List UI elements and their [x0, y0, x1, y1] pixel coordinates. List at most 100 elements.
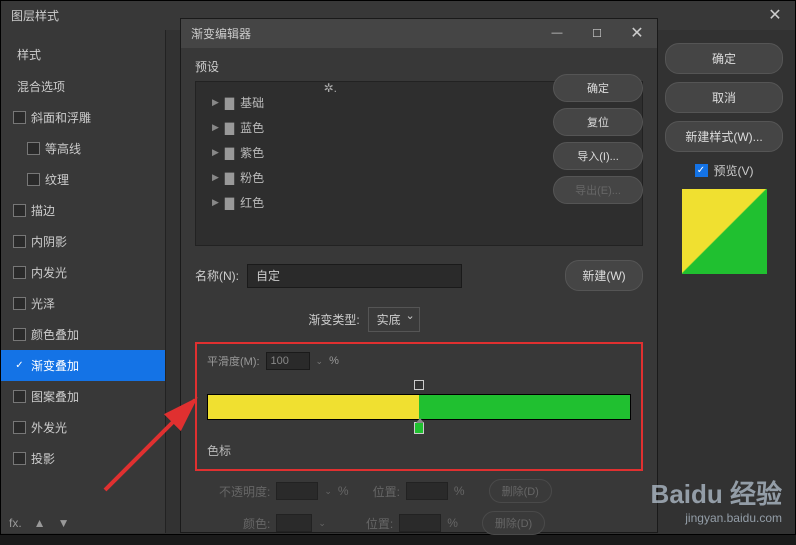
effect-item[interactable]: 外发光 — [1, 412, 165, 443]
opacity-field[interactable] — [276, 482, 318, 500]
smoothness-stepper-icon[interactable]: ⌄ — [316, 356, 324, 367]
effect-label: 描边 — [31, 202, 55, 219]
position-percent-1: % — [454, 484, 465, 498]
effect-item[interactable]: 投影 — [1, 443, 165, 474]
ge-buttons: 确定 复位 导入(I)... 导出(E)... — [553, 74, 643, 210]
styles-header[interactable]: 样式 — [1, 38, 165, 71]
close-icon[interactable]: ✕ — [755, 1, 795, 29]
delete-color-stop-button[interactable]: 删除(D) — [482, 511, 545, 535]
effect-item[interactable]: 斜面和浮雕 — [1, 102, 165, 133]
reset-button[interactable]: 复位 — [553, 108, 643, 136]
new-gradient-button[interactable]: 新建(W) — [565, 260, 643, 291]
effect-item[interactable]: 描边 — [1, 195, 165, 226]
position-label-2: 位置: — [366, 515, 393, 532]
fx-icon[interactable]: fx. — [9, 516, 22, 530]
export-button[interactable]: 导出(E)... — [553, 176, 643, 204]
effect-checkbox[interactable] — [13, 359, 26, 372]
chevron-right-icon: ▶ — [212, 147, 219, 158]
effect-checkbox[interactable] — [13, 390, 26, 403]
effect-label: 斜面和浮雕 — [31, 109, 91, 126]
effect-checkbox[interactable] — [13, 452, 26, 465]
cancel-button[interactable]: 取消 — [665, 82, 783, 113]
effect-checkbox[interactable] — [13, 204, 26, 217]
effect-item[interactable]: 内发光 — [1, 257, 165, 288]
position-percent-2: % — [447, 516, 458, 530]
chevron-right-icon: ▶ — [212, 197, 219, 208]
name-label: 名称(N): — [195, 267, 239, 284]
effect-label: 图案叠加 — [31, 388, 79, 405]
chevron-right-icon: ▶ — [212, 172, 219, 183]
ge-ok-button[interactable]: 确定 — [553, 74, 643, 102]
preview-checkbox-row[interactable]: 预览(V) — [665, 162, 783, 179]
effect-label: 投影 — [31, 450, 55, 467]
effect-item[interactable]: 图案叠加 — [1, 381, 165, 412]
smoothness-row: 平滑度(M): ⌄ % — [207, 352, 631, 370]
color-position-field[interactable] — [399, 514, 441, 532]
opacity-stop-row: 不透明度: ⌄ % 位置: % 删除(D) — [195, 479, 643, 503]
effect-checkbox[interactable] — [13, 235, 26, 248]
effect-checkbox[interactable] — [13, 421, 26, 434]
chevron-right-icon: ▶ — [212, 122, 219, 133]
gradient-type-select[interactable]: 实底 — [368, 307, 420, 332]
ok-button[interactable]: 确定 — [665, 43, 783, 74]
gradient-bar[interactable] — [207, 394, 631, 420]
effect-item[interactable]: 纹理 — [1, 164, 165, 195]
effects-sidebar: 样式 混合选项 斜面和浮雕等高线纹理描边内阴影内发光光泽颜色叠加渐变叠加图案叠加… — [1, 30, 166, 533]
type-label: 渐变类型: — [308, 311, 359, 328]
opacity-position-field[interactable] — [406, 482, 448, 500]
stepper-icon[interactable]: ⌄ — [324, 486, 332, 497]
folder-icon: ▇ — [225, 96, 234, 110]
folder-label: 基础 — [240, 94, 264, 111]
effect-item[interactable]: 颜色叠加 — [1, 319, 165, 350]
smoothness-input[interactable] — [266, 352, 310, 370]
effect-label: 等高线 — [45, 140, 81, 157]
up-arrow-icon[interactable]: ▲ — [34, 516, 46, 530]
color-stop[interactable] — [414, 422, 424, 434]
gradient-name-input[interactable] — [247, 264, 462, 288]
effect-checkbox[interactable] — [13, 266, 26, 279]
effect-checkbox[interactable] — [13, 111, 26, 124]
blend-options-item[interactable]: 混合选项 — [1, 71, 165, 102]
sidebar-footer: fx. ▲ ▼ — [9, 516, 69, 530]
folder-label: 红色 — [240, 194, 264, 211]
preview-checkbox[interactable] — [695, 164, 708, 177]
down-arrow-icon[interactable]: ▼ — [58, 516, 70, 530]
minimize-icon[interactable]: — — [537, 19, 577, 47]
effect-checkbox[interactable] — [13, 297, 26, 310]
gear-icon[interactable]: ✲. — [324, 81, 337, 95]
delete-opacity-stop-button[interactable]: 删除(D) — [489, 479, 552, 503]
effect-item[interactable]: 渐变叠加 — [1, 350, 165, 381]
stepper-icon-2[interactable]: ⌄ — [318, 518, 326, 529]
color-swatch-button[interactable] — [276, 514, 312, 532]
maximize-icon[interactable]: ☐ — [577, 19, 617, 47]
blend-options-label: 混合选项 — [17, 78, 65, 95]
ge-close-icon[interactable]: ✕ — [617, 19, 657, 47]
position-label-1: 位置: — [373, 483, 400, 500]
right-panel: 确定 取消 新建样式(W)... 预览(V) — [665, 43, 783, 282]
effect-checkbox[interactable] — [27, 142, 40, 155]
effect-item[interactable]: 等高线 — [1, 133, 165, 164]
presets-label: 预设 — [195, 58, 643, 75]
new-style-button[interactable]: 新建样式(W)... — [665, 121, 783, 152]
folder-label: 蓝色 — [240, 119, 264, 136]
ge-window-controls: — ☐ ✕ — [537, 19, 657, 47]
effect-label: 渐变叠加 — [31, 357, 79, 374]
import-button[interactable]: 导入(I)... — [553, 142, 643, 170]
effect-checkbox[interactable] — [27, 173, 40, 186]
name-row: 名称(N): 新建(W) — [195, 260, 643, 291]
folder-label: 紫色 — [240, 144, 264, 161]
effect-item[interactable]: 光泽 — [1, 288, 165, 319]
effect-label: 颜色叠加 — [31, 326, 79, 343]
folder-icon: ▇ — [225, 196, 234, 210]
preview-swatch — [682, 189, 767, 274]
opacity-stop[interactable] — [414, 380, 424, 390]
effect-item[interactable]: 内阴影 — [1, 226, 165, 257]
folder-icon: ▇ — [225, 146, 234, 160]
preview-label: 预览(V) — [714, 162, 754, 179]
color-label: 颜色: — [243, 515, 270, 532]
smoothness-label: 平滑度(M): — [207, 353, 260, 369]
type-row: 渐变类型: 实底 — [195, 307, 533, 332]
effect-checkbox[interactable] — [13, 328, 26, 341]
chevron-right-icon: ▶ — [212, 97, 219, 108]
effect-label: 内阴影 — [31, 233, 67, 250]
